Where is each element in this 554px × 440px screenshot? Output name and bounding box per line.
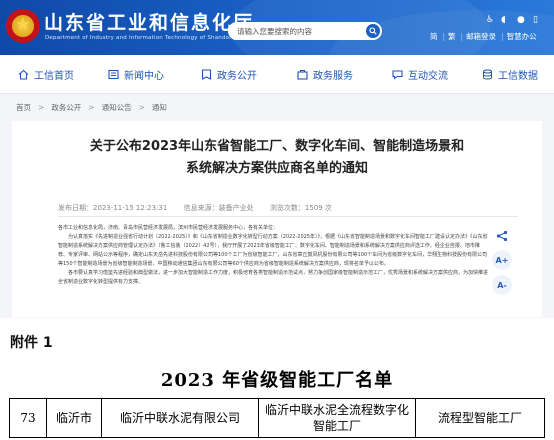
- search-icon: [369, 27, 377, 35]
- chat-icon: [392, 69, 403, 80]
- table-cell-type: 流程型智能工厂: [415, 398, 545, 438]
- table-cell-company: 临沂中联水泥有限公司: [101, 398, 259, 438]
- top-icon-bar: ♿ ◖ ● ▯: [486, 15, 546, 27]
- article-card: 关于公布2023年山东省智能工厂、数字化车间、智能制造场景和 系统解决方案供应商…: [12, 121, 542, 317]
- nav-item-home[interactable]: 工信首页: [18, 55, 74, 93]
- breadcrumb-notice[interactable]: 通知: [152, 103, 167, 112]
- view-count: 浏览次数：1509 次: [269, 204, 332, 212]
- info-source: 信息来源：装备产业处: [183, 204, 254, 212]
- nav-label: 政务服务: [313, 70, 353, 82]
- speaker-icon[interactable]: ◖: [501, 15, 506, 25]
- font-decrease-button[interactable]: A-: [488, 274, 516, 296]
- national-emblem-icon: ★: [6, 9, 40, 43]
- breadcrumb-publicity[interactable]: 政务公开: [51, 103, 81, 112]
- mobile-icon[interactable]: ▯: [533, 15, 538, 25]
- article-title: 关于公布2023年山东省智能工厂、数字化车间、智能制造场景和 系统解决方案供应商…: [12, 136, 542, 180]
- nav-label: 新闻中心: [124, 70, 164, 82]
- breadcrumb-home[interactable]: 首页: [16, 103, 31, 112]
- share-button[interactable]: [488, 225, 516, 247]
- nav-item-publicity[interactable]: 政务公开: [201, 55, 257, 93]
- share-icon: [496, 230, 508, 242]
- nav-label: 工信首页: [34, 70, 74, 82]
- news-icon: [108, 69, 119, 79]
- search-box: [228, 22, 382, 40]
- site-header: ★ 山东省工业和信息化厅 Department of Industry and …: [0, 0, 554, 55]
- search-button[interactable]: [366, 24, 380, 38]
- publish-time: 发布日期：2023-11-15 12:23:31: [58, 204, 168, 212]
- font-increase-button[interactable]: A+: [488, 249, 516, 271]
- nav-label: 互动交流: [408, 70, 448, 82]
- table-cell-index: 73: [9, 398, 47, 438]
- attachment-label: 附件 1: [10, 335, 53, 351]
- main-nav: 工信首页 新闻中心 政务公开 政务服务 互动交流 工信数据: [0, 55, 554, 94]
- person-icon[interactable]: ●: [517, 15, 525, 25]
- nav-item-data[interactable]: 工信数据: [482, 55, 538, 93]
- nav-item-service[interactable]: 政务服务: [297, 55, 353, 93]
- top-links: 简 | 繁 | 邮箱登录 | 智慧办公: [430, 32, 537, 41]
- table-cell-city: 临沂市: [46, 398, 102, 438]
- publicity-icon: [201, 68, 212, 80]
- breadcrumb-notices[interactable]: 通知公告: [102, 103, 132, 112]
- breadcrumb: 首页 > 政务公开 > 通知公告 > 通知: [16, 103, 167, 112]
- content-area: 首页 > 政务公开 > 通知公告 > 通知 关于公布2023年山东省智能工厂、数字化车间、智…: [0, 94, 554, 318]
- simplified-link[interactable]: 简: [430, 32, 438, 41]
- article-title-line: 系统解决方案供应商名单的通知: [185, 161, 368, 176]
- nav-item-news[interactable]: 新闻中心: [108, 55, 164, 93]
- font-increase-label: A+: [492, 250, 512, 270]
- accessibility-icon[interactable]: ♿: [486, 15, 494, 25]
- article-paragraph: 为认真落实《先进制造业强省行动计划（2022-2025）》和《山东省制造业数字化…: [58, 234, 488, 267]
- article-paragraph: 各市工业和信息化局，济南、青岛市民营经济发展局，滨州市民营经济发展服务中心，各有…: [58, 225, 279, 231]
- article-paragraph: 各市要认真学习借鉴先进经验和典型做法，进一步加大智能制造工作力度，积极培育各类智…: [58, 270, 489, 285]
- nav-label: 政务公开: [217, 70, 257, 82]
- data-icon: [483, 69, 492, 79]
- nav-item-interaction[interactable]: 互动交流: [392, 55, 448, 93]
- service-icon: [297, 69, 308, 80]
- smart-office-link[interactable]: 智慧办公: [507, 32, 537, 41]
- attachment-document: 附件 1 2023 年省级智能工厂名单 73 临沂市 临沂中联水泥有限公司 临沂…: [0, 318, 554, 440]
- traditional-link[interactable]: 繁: [448, 32, 456, 41]
- attachment-title: 2023 年省级智能工厂名单: [160, 370, 394, 391]
- nav-label: 工信数据: [498, 70, 538, 82]
- factory-table: 73 临沂市 临沂中联水泥有限公司 临沂中联水泥全流程数字化智能工厂 流程型智能…: [9, 398, 545, 438]
- email-login-link[interactable]: 邮箱登录: [466, 32, 496, 41]
- site-title[interactable]: 山东省工业和信息化厅: [44, 8, 254, 35]
- search-input[interactable]: [237, 24, 355, 38]
- article-body: 各市工业和信息化局，济南、青岛市民营经济发展局，滨州市民营经济发展服务中心，各有…: [58, 224, 488, 287]
- table-cell-factory: 临沂中联水泥全流程数字化智能工厂: [258, 398, 416, 438]
- table-row: 73 临沂市 临沂中联水泥有限公司 临沂中联水泥全流程数字化智能工厂 流程型智能…: [9, 398, 545, 438]
- home-icon: [18, 69, 29, 80]
- article-meta: 发布日期：2023-11-15 12:23:31 信息来源：装备产业处 浏览次数…: [58, 203, 346, 213]
- divider: [58, 216, 518, 217]
- font-decrease-label: A-: [492, 275, 512, 295]
- article-title-line: 关于公布2023年山东省智能工厂、数字化车间、智能制造场景和: [89, 139, 465, 154]
